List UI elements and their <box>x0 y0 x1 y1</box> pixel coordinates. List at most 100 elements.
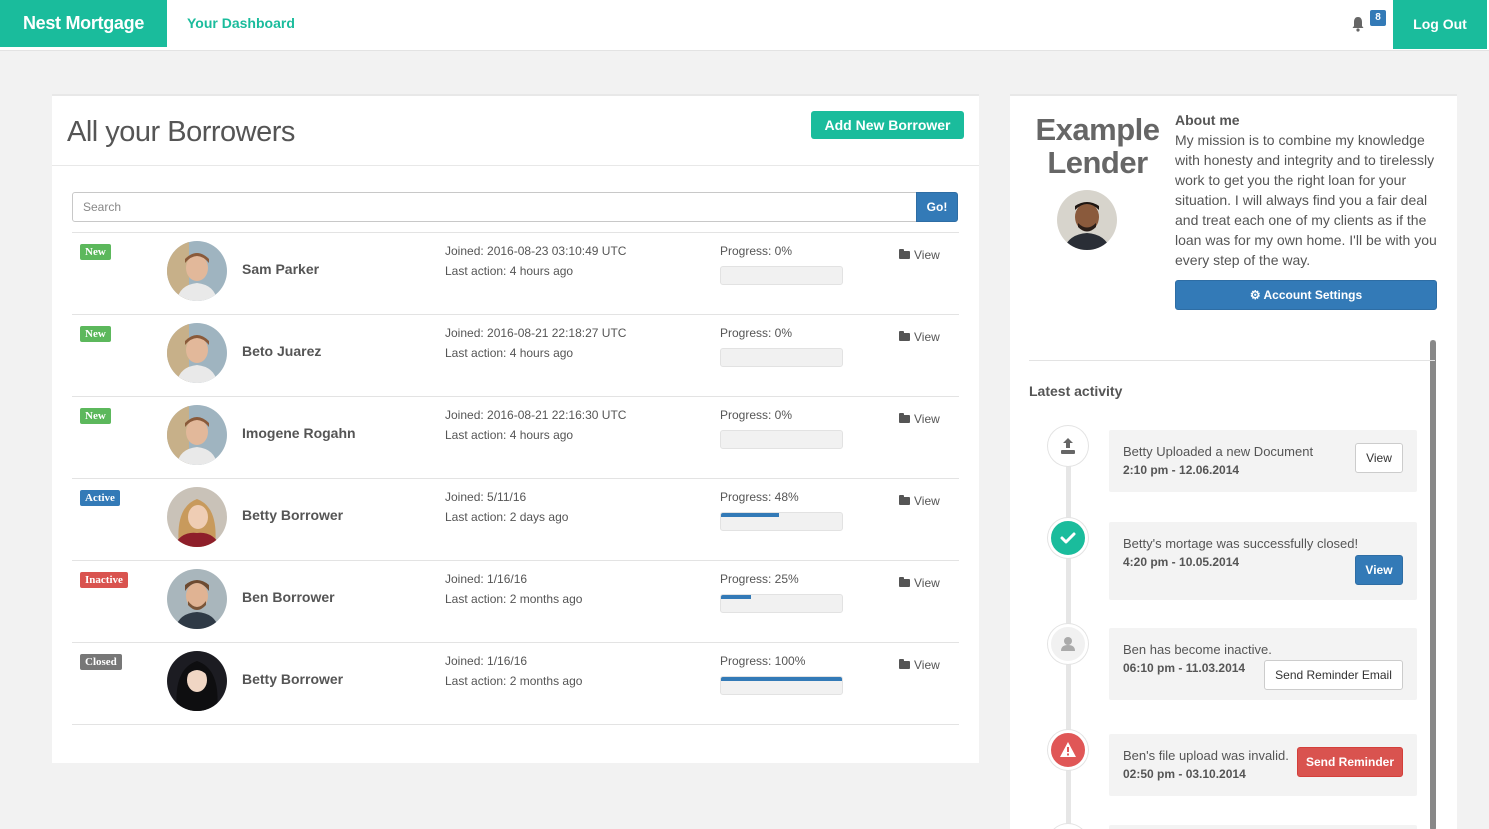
progress-bar-fill <box>721 513 780 517</box>
view-link[interactable]: View <box>899 494 940 508</box>
progress-label: Progress: 0% <box>720 326 793 340</box>
last-action: Last action: 2 days ago <box>445 510 569 524</box>
borrower-row: Active Betty Borrower Joined: 5/11/16 La… <box>72 479 959 561</box>
folder-icon <box>899 413 910 423</box>
progress-label: Progress: 0% <box>720 408 793 422</box>
avatar[interactable] <box>167 569 227 629</box>
activity-time: 06:10 pm - 11.03.2014 <box>1123 661 1246 675</box>
progress-bar-fill <box>721 595 752 599</box>
activity-item: Betty's mortage was successfully closed!… <box>1109 522 1417 600</box>
avatar[interactable] <box>167 487 227 547</box>
notification-count-badge[interactable]: 8 <box>1370 10 1386 26</box>
activity-text: Betty's mortage was successfully closed! <box>1123 536 1359 551</box>
about-heading: About me <box>1175 112 1240 128</box>
scrollbar-thumb[interactable] <box>1430 340 1436 829</box>
last-action: Last action: 4 hours ago <box>445 346 574 360</box>
view-link[interactable]: View <box>899 658 940 672</box>
folder-icon <box>899 659 910 669</box>
upload-icon <box>1048 426 1088 466</box>
progress-label: Progress: 48% <box>720 490 799 504</box>
logout-button[interactable]: Log Out <box>1393 0 1487 49</box>
borrower-row: New Beto Juarez Joined: 2016-08-21 22:18… <box>72 315 959 397</box>
view-link[interactable]: View <box>899 248 940 262</box>
view-link-label: View <box>914 658 940 672</box>
progress-bar <box>720 594 843 613</box>
joined-date: Joined: 2016-08-21 22:16:30 UTC <box>445 408 627 422</box>
avatar[interactable] <box>167 323 227 383</box>
status-badge: Closed <box>80 654 122 670</box>
progress-label: Progress: 100% <box>720 654 806 668</box>
last-action: Last action: 4 hours ago <box>445 428 574 442</box>
borrower-name[interactable]: Sam Parker <box>242 261 319 277</box>
progress-bar <box>720 266 843 285</box>
search-input[interactable] <box>72 192 917 222</box>
warning-icon <box>1048 730 1088 770</box>
send-reminder-email-button[interactable]: Send Reminder Email <box>1264 660 1403 690</box>
joined-date: Joined: 1/16/16 <box>445 654 528 668</box>
borrower-row: New Sam Parker Joined: 2016-08-23 03:10:… <box>72 233 959 315</box>
activity-view-button[interactable]: View <box>1355 443 1403 473</box>
borrower-name[interactable]: Betty Borrower <box>242 507 343 523</box>
joined-date: Joined: 2016-08-21 22:18:27 UTC <box>445 326 627 340</box>
view-link-label: View <box>914 412 940 426</box>
folder-icon <box>899 331 910 341</box>
view-link[interactable]: View <box>899 576 940 590</box>
about-text: My mission is to combine my knowledge wi… <box>1175 132 1437 268</box>
borrower-row: New Imogene Rogahn Joined: 2016-08-21 22… <box>72 397 959 479</box>
activity-heading: Latest activity <box>1029 383 1123 399</box>
send-reminder-button[interactable]: Send Reminder <box>1297 747 1403 777</box>
progress-bar <box>720 512 843 531</box>
status-badge: Active <box>80 490 120 506</box>
activity-item: Ben's file upload was invalid. 02:50 pm … <box>1109 734 1417 796</box>
brand-logo[interactable]: Nest Mortgage <box>0 0 167 47</box>
avatar <box>1057 190 1117 250</box>
joined-date: Joined: 1/16/16 <box>445 572 528 586</box>
top-navbar: Nest Mortgage Your Dashboard 8 Log Out <box>0 0 1489 51</box>
folder-icon <box>899 577 910 587</box>
view-link[interactable]: View <box>899 412 940 426</box>
view-link-label: View <box>914 576 940 590</box>
borrower-name[interactable]: Ben Borrower <box>242 589 335 605</box>
search-go-button[interactable]: Go! <box>916 192 958 222</box>
user-icon <box>1048 624 1088 664</box>
borrowers-panel-header: All your Borrowers Add New Borrower <box>52 96 979 166</box>
add-new-borrower-button[interactable]: Add New Borrower <box>811 111 964 139</box>
view-link-label: View <box>914 494 940 508</box>
borrower-name[interactable]: Imogene Rogahn <box>242 425 356 441</box>
activity-text: Betty Uploaded a new Document <box>1123 444 1314 459</box>
activity-view-button[interactable]: View <box>1355 555 1403 585</box>
folder-icon <box>899 249 910 259</box>
activity-item: Ben has become inactive. 06:10 pm - 11.0… <box>1109 628 1417 700</box>
activity-time: 2:10 pm - 12.06.2014 <box>1123 463 1240 477</box>
bell-icon[interactable] <box>1351 16 1365 32</box>
progress-bar <box>720 348 843 367</box>
activity-item <box>1109 825 1417 829</box>
borrower-row: Inactive Ben Borrower Joined: 1/16/16 La… <box>72 561 959 643</box>
progress-label: Progress: 0% <box>720 244 793 258</box>
check-icon <box>1048 518 1088 558</box>
activity-text: Ben's file upload was invalid. <box>1123 748 1289 763</box>
borrower-row: Closed Betty Borrower Joined: 1/16/16 La… <box>72 643 959 725</box>
search-bar: Go! <box>72 192 958 222</box>
account-settings-button[interactable]: ⚙ Account Settings <box>1175 280 1437 310</box>
progress-bar-fill <box>721 677 842 681</box>
nav-link-dashboard[interactable]: Your Dashboard <box>187 0 295 47</box>
view-link-label: View <box>914 330 940 344</box>
view-link[interactable]: View <box>899 330 940 344</box>
account-settings-label: Account Settings <box>1263 288 1363 302</box>
status-badge: New <box>80 326 111 342</box>
borrower-name[interactable]: Betty Borrower <box>242 671 343 687</box>
view-link-label: View <box>914 248 940 262</box>
avatar[interactable] <box>167 405 227 465</box>
avatar[interactable] <box>167 651 227 711</box>
progress-bar <box>720 676 843 695</box>
joined-date: Joined: 5/11/16 <box>445 490 527 504</box>
avatar[interactable] <box>167 241 227 301</box>
divider <box>1029 360 1435 361</box>
activity-item: Betty Uploaded a new Document 2:10 pm - … <box>1109 430 1417 492</box>
timeline-icon <box>1048 824 1088 829</box>
folder-icon <box>899 495 910 505</box>
progress-label: Progress: 25% <box>720 572 799 586</box>
joined-date: Joined: 2016-08-23 03:10:49 UTC <box>445 244 627 258</box>
borrower-name[interactable]: Beto Juarez <box>242 343 321 359</box>
